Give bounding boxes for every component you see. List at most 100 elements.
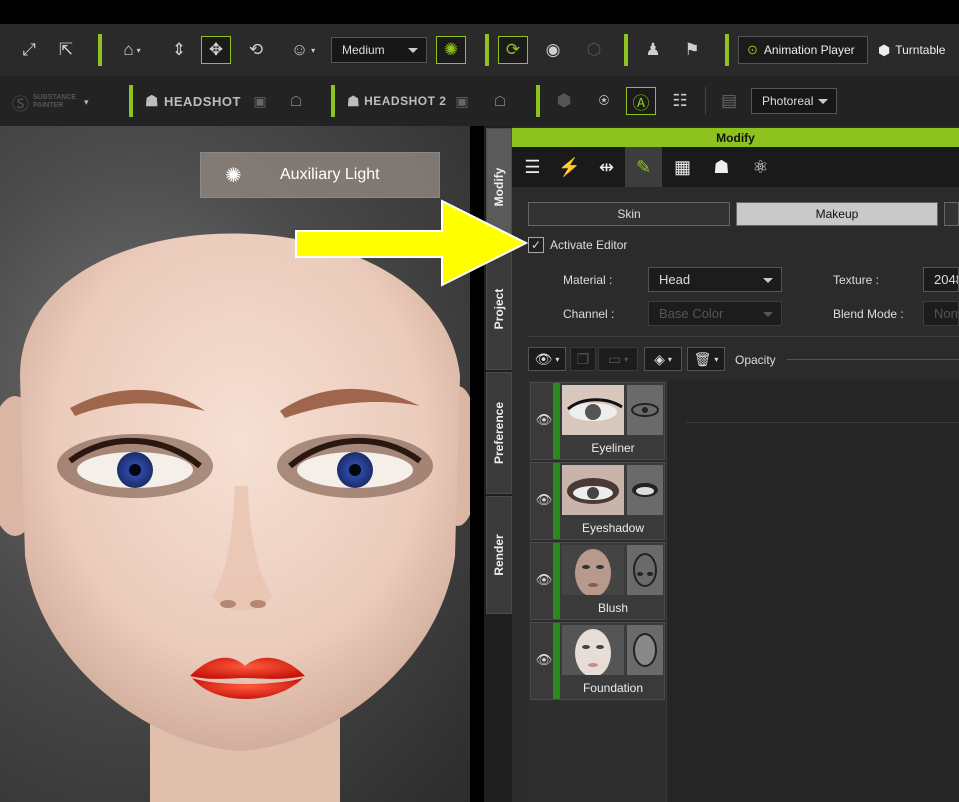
toolbar-separator: [536, 85, 540, 117]
auxiliary-light-label: Auxiliary Light: [280, 166, 380, 183]
substance-logo-line1: SUBSTANCE: [33, 94, 77, 101]
eye-icon: 👁: [534, 350, 553, 367]
blend-mode-label: Blend Mode :: [833, 307, 904, 321]
dummy-icon[interactable]: ⍟: [592, 90, 616, 112]
atom-tab-icon[interactable]: ⚛: [742, 147, 779, 187]
headshot-button[interactable]: ☗ HEADSHOT: [145, 91, 241, 111]
move-icon[interactable]: ✥: [201, 36, 231, 64]
toolbar-separator: [485, 34, 489, 66]
eye-icon[interactable]: 👁: [535, 411, 553, 429]
tab-more[interactable]: [944, 202, 959, 226]
opacity-label: Opacity: [735, 353, 776, 367]
head-mesh-icon[interactable]: ☖: [286, 91, 306, 111]
quality-value: Medium: [342, 43, 385, 57]
face-mask-icon: [627, 625, 663, 675]
calendar-icon[interactable]: ▤: [718, 90, 740, 112]
fit-view-icon[interactable]: ⤢: [18, 38, 40, 62]
toolbar-separator: [624, 34, 628, 66]
cubes-icon[interactable]: ⬡: [582, 38, 606, 62]
tab-skin-label: Skin: [617, 207, 641, 221]
headshot2-button[interactable]: ☗ HEADSHOT 2: [347, 91, 446, 111]
tab-preference[interactable]: Preference: [486, 372, 512, 494]
head-layers2-icon[interactable]: ▣: [452, 91, 472, 111]
motion-icon[interactable]: ⟳: [498, 36, 528, 64]
render-mode-dropdown[interactable]: Photoreal: [751, 88, 837, 114]
eye-mask-icon: [627, 465, 663, 515]
home-icon[interactable]: ⌂ ▾: [114, 38, 150, 62]
eye-icon[interactable]: 👁: [535, 571, 553, 589]
eye-icon[interactable]: 👁: [535, 651, 553, 669]
copy-icon: ❐: [576, 350, 590, 367]
auto-icon[interactable]: Ⓐ: [626, 87, 656, 115]
visibility-button[interactable]: 👁 ▾: [528, 347, 566, 371]
texture-dropdown[interactable]: 2048: [923, 267, 959, 292]
sliders-tab-icon[interactable]: ☰: [514, 147, 551, 187]
tab-preference-label: Preference: [492, 401, 506, 465]
channel-label: Channel :: [563, 307, 615, 321]
quality-dropdown[interactable]: Medium: [331, 37, 427, 63]
toolbar-separator: [725, 34, 729, 66]
activate-editor-label: Activate Editor: [550, 238, 628, 252]
checker-tab-icon[interactable]: ▦: [664, 147, 701, 187]
activate-editor-checkbox[interactable]: ✓: [528, 237, 544, 253]
auxiliary-light-button[interactable]: ✺ Auxiliary Light: [200, 152, 440, 198]
headshot2-label: HEADSHOT 2: [364, 94, 447, 108]
substance-logo-line2: PAINTER: [33, 102, 64, 109]
channel-value: Base Color: [659, 306, 724, 321]
head-layers-icon[interactable]: ▣: [250, 91, 270, 111]
face-icon[interactable]: ☺ ▾: [283, 38, 323, 62]
layer-item-blush[interactable]: 👁 Blush: [530, 542, 665, 620]
delete-layer-button[interactable]: 🗑 ▾: [687, 347, 725, 371]
opacity-slider[interactable]: [787, 359, 959, 360]
material-dropdown[interactable]: Head: [648, 267, 782, 292]
import-icon[interactable]: ⇱: [54, 38, 78, 62]
render-mode-value: Photoreal: [762, 94, 814, 108]
layer-item-eyeliner[interactable]: 👁 Eyeliner: [530, 382, 665, 460]
cube-icon[interactable]: ⬢: [553, 90, 575, 112]
blend-mode-dropdown[interactable]: Norm: [923, 301, 959, 326]
layer-color-bar: [553, 623, 560, 699]
light-icon[interactable]: ✺: [436, 36, 466, 64]
play-icon: ⊙: [747, 42, 758, 57]
channel-dropdown[interactable]: Base Color: [648, 301, 782, 326]
head-tab-icon[interactable]: ☗: [703, 147, 740, 187]
blend-mode-value: Norm: [934, 306, 958, 321]
layer-item-foundation[interactable]: 👁 Foundation: [530, 622, 665, 700]
plugin-toolbar: Ⓢ SUBSTANCE PAINTER ▾ ☗ HEADSHOT ▣ ☖ ☗ H…: [0, 76, 959, 126]
layer-name: Foundation: [582, 681, 644, 695]
blush-thumbnail: [562, 545, 624, 595]
add-layer-button[interactable]: ◈ ▾: [644, 347, 682, 371]
layer-item-eyeshadow[interactable]: 👁 Eyeshadow: [530, 462, 665, 540]
substance-painter-button[interactable]: Ⓢ SUBSTANCE PAINTER ▾: [12, 90, 89, 114]
main-toolbar: ⤢ ⇱ ⌂ ▾ ⇕ ✥ ⟲ ☺ ▾ Medium ✺ ⟳ ◉ ⬡ ♟ ⚑ ⊙ Ani…: [0, 24, 959, 76]
layer-preview-area: [666, 380, 959, 802]
morph-tab-icon[interactable]: ⇹: [588, 147, 625, 187]
toolbar-divider: [705, 87, 706, 115]
toolbar-separator: [98, 34, 102, 66]
turntable-button[interactable]: ⬢ Turntable: [878, 40, 945, 60]
copy-layer-button[interactable]: ❐: [570, 347, 596, 371]
head-mesh2-icon[interactable]: ☖: [490, 91, 510, 111]
rotate-icon[interactable]: ⟲: [244, 38, 268, 62]
eye-icon[interactable]: 👁: [535, 491, 553, 509]
camera-icon[interactable]: ◉: [540, 38, 566, 62]
headshot-icon: ☗: [145, 93, 159, 110]
flag-icon[interactable]: ⚑: [680, 38, 704, 62]
headshot2-icon: ☗: [347, 92, 361, 109]
actor-icon[interactable]: ♟: [640, 38, 666, 62]
appearance-tab-icon[interactable]: ✎: [625, 147, 662, 187]
toolbar-separator: [331, 85, 335, 117]
sun-icon: ✺: [225, 164, 242, 187]
turntable-icon: ⬢: [878, 41, 891, 58]
image-layer-button[interactable]: ▭ ▾: [598, 347, 638, 371]
tab-makeup[interactable]: Makeup: [736, 202, 938, 226]
fit-height-icon[interactable]: ⇕: [168, 38, 190, 62]
face-mask-icon: [627, 545, 663, 595]
turntable-label: Turntable: [895, 43, 946, 57]
tab-render[interactable]: Render: [486, 496, 512, 614]
settings-sliders-icon[interactable]: ☷: [667, 90, 693, 112]
image-icon: ▭: [607, 350, 622, 367]
animation-player-button[interactable]: ⊙ Animation Player: [738, 36, 868, 64]
tab-skin[interactable]: Skin: [528, 202, 730, 226]
motion-tab-icon[interactable]: ⚡: [551, 147, 588, 187]
